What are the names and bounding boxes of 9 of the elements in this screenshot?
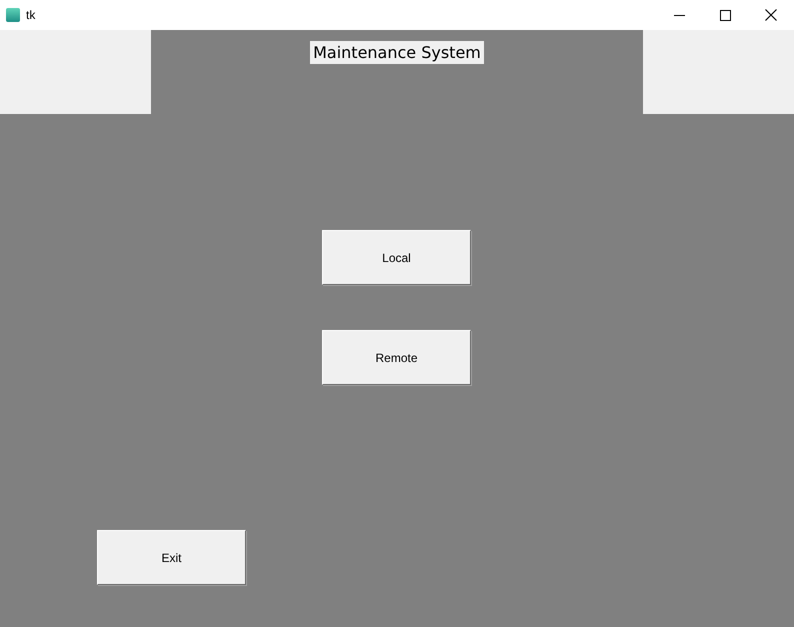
app-icon (6, 8, 20, 22)
window-title: tk (26, 7, 36, 24)
maximize-icon (720, 10, 730, 20)
close-icon (765, 9, 777, 21)
action-button[interactable]: Local (322, 230, 471, 285)
header-title: Maintenance System (310, 41, 484, 64)
minimize-icon (674, 14, 684, 16)
action-button[interactable]: Remote (322, 330, 471, 385)
action-button[interactable]: Exit (97, 530, 246, 585)
